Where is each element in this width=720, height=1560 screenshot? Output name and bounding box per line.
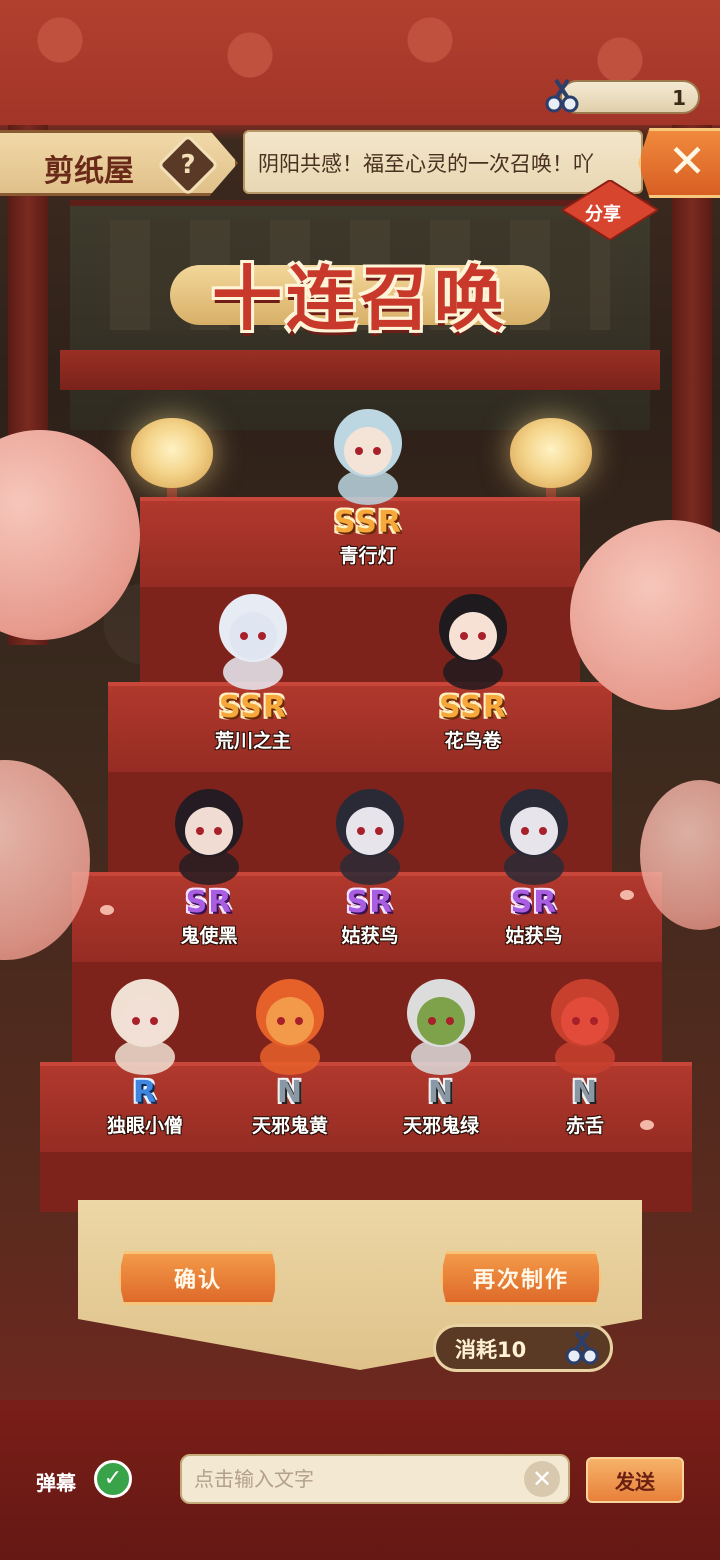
shikigami-portrait <box>336 789 404 885</box>
shikigami-portrait <box>500 789 568 885</box>
danmaku-input[interactable] <box>180 1454 570 1504</box>
shikigami-name: 姑获鸟 <box>505 925 563 947</box>
shikigami-name: 赤舌 <box>565 1115 604 1137</box>
shikigami-portrait <box>219 594 287 690</box>
rarity-badge: SSR <box>334 505 402 540</box>
summon-scene: 十连召唤 剪纸屋 ? 阴阳共感！福至心灵的一次召唤！吖 1 分享 ✕ SSR 青行… <box>0 0 720 1560</box>
rarity-badge: SR <box>510 885 558 920</box>
banner-title-plaque: 十连召唤 <box>170 235 550 345</box>
shikigami-portrait <box>175 789 243 885</box>
shikigami-portrait <box>439 594 507 690</box>
check-icon[interactable]: ✓ <box>94 1460 132 1498</box>
banner-title: 十连召唤 <box>212 257 508 340</box>
currency-value: 1 <box>672 86 686 110</box>
shrine-beam <box>60 350 660 390</box>
result-card[interactable]: SSR 青行灯 <box>293 395 443 575</box>
lantern-left <box>131 418 213 488</box>
result-card[interactable]: SR 姑获鸟 <box>459 775 609 955</box>
share-label[interactable]: 分享 <box>585 200 621 226</box>
clear-icon[interactable]: ✕ <box>524 1461 560 1497</box>
rarity-badge: SR <box>185 885 233 920</box>
rarity-badge: SSR <box>219 690 287 725</box>
petal <box>100 905 114 915</box>
result-card[interactable]: SR 鬼使黑 <box>134 775 284 955</box>
rarity-badge: SSR <box>439 690 507 725</box>
result-card[interactable]: SSR 荒川之主 <box>178 580 328 760</box>
danmaku-label: 弹幕 <box>36 1471 76 1495</box>
shikigami-name: 独眼小僧 <box>106 1115 183 1137</box>
shikigami-name: 天邪鬼绿 <box>402 1115 479 1137</box>
shikigami-name: 青行灯 <box>339 545 397 567</box>
shikigami-name: 鬼使黑 <box>180 925 238 947</box>
scissors-cost-icon <box>565 1330 599 1365</box>
shikigami-name: 荒川之主 <box>214 730 291 752</box>
close-icon[interactable]: ✕ <box>662 136 712 186</box>
shikigami-portrait <box>256 979 324 1075</box>
redo-button[interactable]: 再次制作 <box>440 1251 602 1305</box>
result-card[interactable]: SR 姑获鸟 <box>295 775 445 955</box>
shikigami-portrait <box>407 979 475 1075</box>
help-icon[interactable]: ? <box>166 143 210 187</box>
lantern-right <box>510 418 592 488</box>
shikigami-name: 姑获鸟 <box>341 925 399 947</box>
confirm-button[interactable]: 确认 <box>118 1251 278 1305</box>
shikigami-portrait <box>334 409 402 505</box>
cherry-blossom-tree-left <box>0 430 140 640</box>
rarity-badge: R <box>132 1075 158 1110</box>
shikigami-name: 花鸟卷 <box>444 730 502 752</box>
shikigami-portrait <box>551 979 619 1075</box>
send-button[interactable]: 发送 <box>586 1457 684 1503</box>
result-card[interactable]: N 赤舌 <box>510 965 660 1145</box>
petal <box>620 890 634 900</box>
result-card[interactable]: SSR 花鸟卷 <box>398 580 548 760</box>
rarity-badge: N <box>276 1075 304 1110</box>
result-card[interactable]: R 独眼小僧 <box>70 965 220 1145</box>
result-card[interactable]: N 天邪鬼黄 <box>215 965 365 1145</box>
rarity-badge: N <box>571 1075 599 1110</box>
notice-text: 阴阳共感！福至心灵的一次召唤！吖 <box>258 152 594 176</box>
shikigami-name: 天邪鬼黄 <box>251 1115 328 1137</box>
scissors-ticket-icon <box>545 78 579 113</box>
result-card[interactable]: N 天邪鬼绿 <box>366 965 516 1145</box>
cost-label: 消耗10 <box>455 1338 527 1362</box>
page-title: 剪纸屋 <box>44 154 134 189</box>
rarity-badge: N <box>427 1075 455 1110</box>
rarity-badge: SR <box>346 885 394 920</box>
shikigami-portrait <box>111 979 179 1075</box>
